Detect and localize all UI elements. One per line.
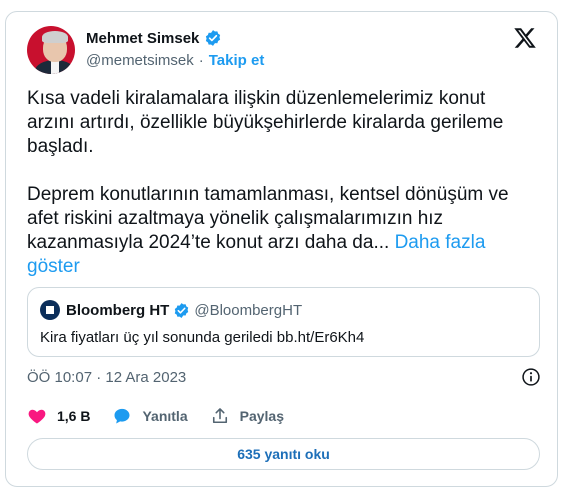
verified-badge-icon — [206, 30, 221, 46]
reply-icon — [114, 408, 130, 424]
tweet-paragraph-1: Kısa vadeli kiralamalara ilişkin düzenle… — [27, 88, 504, 157]
like-count: 1,6 B — [57, 408, 91, 424]
author-handle[interactable]: @memetsimsek — [86, 52, 194, 69]
tweet-text: Kısa vadeli kiralamalara ilişkin düzenle… — [27, 87, 527, 279]
avatar[interactable] — [27, 26, 75, 74]
tweet-timestamp[interactable]: ÖÖ 10:07 · 12 Ara 2023 — [27, 369, 186, 386]
share-button[interactable]: Paylaş — [210, 406, 284, 426]
x-logo-icon[interactable] — [513, 26, 537, 50]
quoted-tweet-header: Bloomberg HT @BloombergHT — [40, 300, 302, 320]
tweet-paragraph-2: Deprem konutlarının tamamlanması, kentse… — [27, 184, 509, 277]
share-label: Paylaş — [239, 408, 284, 424]
quoted-author-handle: @BloombergHT — [194, 301, 303, 319]
author-handle-row: @memetsimsek · Takip et — [86, 52, 264, 69]
action-bar: 1,6 B Yanıtla Paylaş — [27, 406, 306, 426]
separator: · — [198, 52, 204, 69]
info-icon[interactable] — [521, 367, 541, 387]
quoted-author-name: Bloomberg HT — [66, 301, 170, 319]
author-name-row[interactable]: Mehmet Simsek — [86, 29, 222, 47]
heart-icon — [28, 409, 46, 424]
reply-button[interactable]: Yanıtla — [112, 406, 188, 426]
quoted-tweet[interactable]: Bloomberg HT @BloombergHT Kira fiyatları… — [27, 287, 540, 357]
quoted-tweet-text: Kira fiyatları üç yıl sonunda geriledi b… — [40, 329, 365, 346]
tweet-card: Mehmet Simsek @memetsimsek · Takip et Kı… — [5, 11, 558, 487]
read-replies-button[interactable]: 635 yanıtı oku — [27, 438, 540, 470]
share-icon — [212, 408, 227, 424]
reply-label: Yanıtla — [142, 408, 188, 424]
author-name[interactable]: Mehmet Simsek — [86, 30, 199, 47]
verified-badge-icon — [175, 302, 189, 318]
like-button[interactable]: 1,6 B — [27, 406, 90, 426]
bloomberg-ht-avatar — [40, 300, 60, 320]
follow-button[interactable]: Takip et — [209, 52, 265, 69]
